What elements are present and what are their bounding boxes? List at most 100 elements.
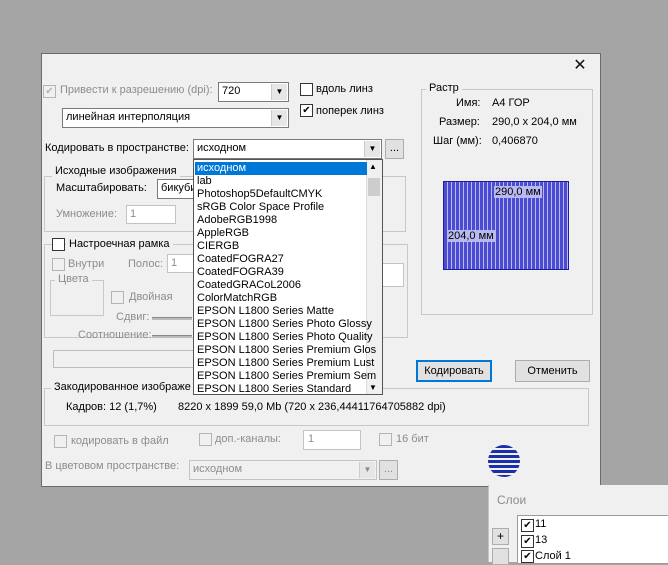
raster-name-value: A4 ГОР [492, 97, 530, 109]
dropdown-item[interactable]: EPSON L1800 Series Photo Glossy [197, 318, 372, 331]
color-space-browse-button[interactable]: ... [379, 460, 398, 480]
tuning-frame-checkbox[interactable] [52, 238, 65, 251]
across-lines-label: поперек линз [316, 105, 384, 117]
dropdown-item[interactable]: ColorMatchRGB [197, 292, 277, 305]
encode-to-file-label: кодировать в файл [71, 435, 169, 447]
cancel-button[interactable]: Отменить [515, 360, 590, 382]
encoded-image-title: Закодированное изображе [51, 381, 194, 393]
layer-action-button[interactable] [492, 548, 509, 565]
layer-name[interactable]: 13 [535, 534, 547, 546]
size-info: 8220 x 1899 59,0 Mb (720 x 236,444117647… [178, 401, 446, 413]
along-lines-checkbox[interactable] [300, 83, 313, 96]
encode-space-label: Кодировать в пространстве: [45, 142, 189, 154]
bit16-checkbox[interactable] [379, 433, 392, 446]
layer-visibility-checkbox[interactable]: ✔ [521, 550, 534, 563]
layer-name[interactable]: Слой 1 [535, 550, 571, 562]
multiply-value: 1 [130, 208, 137, 220]
scroll-thumb[interactable] [368, 178, 380, 196]
app-logo-icon [488, 445, 520, 477]
raster-size-value: 290,0 x 204,0 мм [492, 116, 577, 128]
encode-button[interactable]: Кодировать [416, 360, 492, 382]
close-icon[interactable]: ✕ [572, 58, 588, 74]
ratio-label: Соотношение: [78, 329, 152, 341]
resolution-checkbox[interactable]: ✔ [43, 85, 56, 98]
colors-group [50, 280, 104, 316]
extra-channels-label: доп.-каналы: [215, 433, 281, 445]
across-lines-checkbox[interactable]: ✔ [300, 104, 313, 117]
raster-width-label: 290,0 мм [494, 186, 542, 198]
color-space-label: В цветовом пространстве: [45, 460, 180, 472]
bit16-label: 16 бит [396, 433, 429, 445]
ratio-slider[interactable] [152, 335, 192, 338]
dropdown-item[interactable]: sRGB Color Space Profile [197, 201, 324, 214]
chevron-down-icon[interactable]: ▼ [359, 462, 375, 478]
layer-visibility-checkbox[interactable]: ✔ [521, 535, 534, 548]
raster-title: Растр [426, 82, 462, 94]
interpolation-combo[interactable]: линейная интерполяция ▼ [62, 108, 289, 128]
dropdown-item[interactable]: EPSON L1800 Series Premium Glos [197, 344, 376, 357]
color-space-dropdown-list[interactable]: ▲ ▼ исходном lab Photoshop5DefaultCMYK s… [193, 159, 383, 395]
dropdown-item[interactable]: исходном [195, 162, 367, 175]
dropdown-item[interactable]: EPSON L1800 Series Matte [197, 305, 334, 318]
dropdown-item[interactable]: CoatedFOGRA27 [197, 253, 284, 266]
color-space-value: исходном [193, 463, 243, 475]
dropdown-item[interactable]: EPSON L1800 Series Photo Quality [197, 331, 372, 344]
extra-channels-value: 1 [308, 433, 315, 445]
layer-visibility-checkbox[interactable]: ✔ [521, 519, 534, 532]
along-lines-label: вдоль линз [316, 83, 373, 95]
encode-space-combo[interactable]: исходном ▼ [193, 139, 382, 159]
chevron-down-icon[interactable]: ▼ [364, 141, 380, 157]
extra-channels-spinner[interactable]: 1 [303, 430, 361, 450]
scroll-up-icon[interactable]: ▲ [369, 162, 377, 171]
shift-label: Сдвиг: [116, 311, 150, 323]
raster-height-label: 204,0 мм [447, 230, 495, 242]
chevron-down-icon[interactable]: ▼ [271, 110, 287, 126]
colors-label: Цвета [55, 273, 92, 285]
dropdown-item[interactable]: EPSON L1800 Series Standard [197, 383, 351, 394]
dropdown-item[interactable]: lab [197, 175, 212, 188]
encode-space-value: исходном [197, 142, 247, 154]
encode-to-file-checkbox[interactable] [54, 435, 67, 448]
stripes-label: Полос: [128, 258, 163, 270]
source-images-title: Исходные изображения [52, 165, 180, 177]
raster-step-value: 0,406870 [492, 135, 538, 147]
dropdown-item[interactable]: AdobeRGB1998 [197, 214, 277, 227]
raster-name-label: Имя: [456, 97, 481, 109]
color-space-combo[interactable]: исходном ▼ [189, 460, 377, 480]
scale-label: Масштабировать: [56, 182, 147, 194]
multiply-spinner[interactable]: 1 [126, 205, 176, 224]
inside-label: Внутри [68, 258, 105, 270]
inside-checkbox[interactable] [52, 258, 65, 271]
resolution-label: Привести к разрешению (dpi): [60, 84, 213, 96]
scale-value: бикуби [161, 182, 197, 194]
frames-info: Кадров: 12 (1,7%) [66, 401, 157, 413]
resolution-value: 720 [222, 85, 241, 97]
scroll-down-icon[interactable]: ▼ [369, 383, 377, 392]
dropdown-item[interactable]: Photoshop5DefaultCMYK [197, 188, 322, 201]
double-checkbox[interactable] [111, 291, 124, 304]
raster-step-label: Шаг (мм): [433, 135, 482, 147]
dropdown-item[interactable]: CoatedFOGRA39 [197, 266, 284, 279]
stripes-value: 1 [171, 257, 178, 269]
double-label: Двойная [129, 291, 173, 303]
progress-bar [53, 350, 201, 368]
raster-size-label: Размер: [439, 116, 480, 128]
encode-space-browse-button[interactable]: ... [385, 139, 404, 159]
dropdown-item[interactable]: EPSON L1800 Series Premium Sem [197, 370, 376, 383]
layers-panel-title: Слои [497, 493, 527, 507]
chevron-down-icon[interactable]: ▼ [271, 84, 287, 100]
resolution-combo[interactable]: 720 ▼ [218, 82, 289, 102]
dropdown-item[interactable]: CoatedGRACoL2006 [197, 279, 301, 292]
side-spinner[interactable] [380, 263, 404, 287]
shift-slider[interactable] [152, 317, 192, 320]
stripes-spinner[interactable]: 1 [167, 254, 195, 273]
dropdown-item[interactable]: EPSON L1800 Series Premium Lust [197, 357, 374, 370]
layer-name[interactable]: 11 [535, 518, 546, 530]
extra-channels-checkbox[interactable] [199, 433, 212, 446]
dropdown-item[interactable]: CIERGB [197, 240, 239, 253]
dropdown-item[interactable]: AppleRGB [197, 227, 249, 240]
multiply-label: Умножение: [56, 208, 117, 220]
tuning-frame-label: Настроечная рамка [66, 238, 173, 250]
add-layer-button[interactable]: + [492, 528, 509, 545]
interpolation-value: линейная интерполяция [66, 111, 191, 123]
